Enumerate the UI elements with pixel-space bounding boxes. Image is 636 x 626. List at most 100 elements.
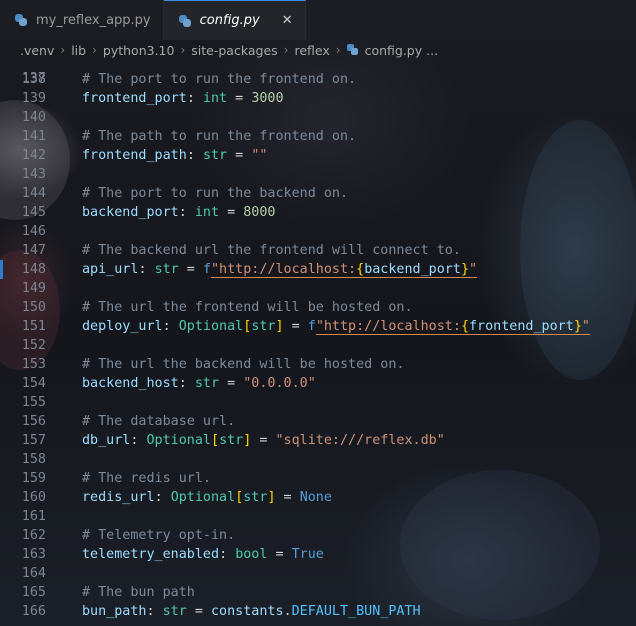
code-line-partial: 137 [0, 60, 636, 86]
line-code: # The redis url. [82, 469, 211, 488]
code-line[interactable]: 149 [0, 279, 636, 298]
code-token: int [194, 205, 220, 220]
tab-my-reflex-app[interactable]: my_reflex_app.py [0, 0, 164, 40]
code-token: str [251, 319, 276, 334]
line-number: 153 [21, 357, 46, 372]
code-line[interactable]: 143 [0, 165, 636, 184]
tab-config[interactable]: config.py ✕ [163, 0, 306, 40]
close-icon[interactable]: ✕ [282, 13, 293, 28]
line-code: backend_port: int = 8000 [82, 203, 276, 222]
line-number: 138 [21, 72, 46, 87]
code-line[interactable]: 165 # The bun path [0, 583, 636, 602]
line-code: # The port to run the backend on. [82, 184, 348, 203]
code-token: " [469, 262, 478, 278]
code-line[interactable]: 144 # The port to run the backend on. [0, 184, 636, 203]
code-token: DEFAULT_BUN_PATH [291, 604, 421, 619]
code-token: Optional [146, 433, 212, 448]
line-number: 139 [21, 91, 46, 106]
code-token: : [154, 490, 171, 505]
line-number: 152 [21, 338, 46, 353]
line-number: 144 [21, 186, 46, 201]
code-token: # The backend url the frontend will conn… [82, 243, 461, 258]
code-line[interactable]: 155 [0, 393, 636, 412]
code-token: backend_host [82, 376, 179, 391]
code-token: f [202, 262, 211, 277]
breadcrumb-item-python[interactable]: python3.10 [103, 43, 175, 58]
code-token: redis_url [82, 490, 155, 505]
breadcrumb-item-reflex[interactable]: reflex [294, 43, 329, 58]
breadcrumb-item-lib[interactable]: lib [71, 43, 86, 58]
code-line[interactable]: 156 # The database url. [0, 412, 636, 431]
line-number: 161 [21, 509, 46, 524]
line-number: 150 [21, 300, 46, 315]
line-number: 159 [21, 471, 46, 486]
line-number: 147 [21, 243, 46, 258]
code-token: { [460, 319, 469, 335]
code-token: # The database url. [82, 414, 236, 429]
code-token: : [138, 262, 155, 277]
code-line[interactable]: 166 bun_path: str = constants.DEFAULT_BUN… [0, 602, 636, 621]
code-line[interactable]: 145 backend_port: int = 8000 [0, 203, 636, 222]
code-token: # The bun path [82, 585, 195, 600]
code-line[interactable]: 161 [0, 507, 636, 526]
python-file-icon [14, 13, 28, 27]
line-number: 140 [21, 110, 46, 125]
code-line[interactable]: 139 frontend_port: int = 3000 [0, 89, 636, 108]
line-number: 164 [21, 566, 46, 581]
code-line[interactable]: 160 redis_url: Optional[str] = None [0, 488, 636, 507]
breadcrumb-item-site-packages[interactable]: site-packages [191, 43, 277, 58]
line-code: deploy_url: Optional[str] = f"http://loc… [82, 317, 590, 336]
line-code: # Telemetry opt-in. [82, 526, 235, 545]
line-code: # The database url. [82, 412, 235, 431]
code-token: # The port to run the frontend on. [82, 72, 357, 87]
line-code: db_url: Optional[str] = "sqlite:///refle… [82, 431, 445, 450]
code-token: = [227, 91, 252, 106]
code-line[interactable]: 153 # The url the backend will be hosted … [0, 355, 636, 374]
code-line[interactable]: 146 [0, 222, 636, 241]
code-token: ] [267, 490, 276, 505]
breadcrumb-item-symbols[interactable]: ... [426, 43, 438, 58]
code-line[interactable]: 150 # The url the frontend will be hosted… [0, 298, 636, 317]
breadcrumb-item-config[interactable]: config.py [365, 43, 423, 58]
code-line[interactable]: 148 api_url: str = f"http://localhost:{ba… [0, 260, 636, 279]
code-line[interactable]: 162 # Telemetry opt-in. [0, 526, 636, 545]
code-line[interactable]: 147 # The backend url the frontend will c… [0, 241, 636, 260]
code-token: None [299, 490, 332, 505]
line-code: backend_host: str = "0.0.0.0" [82, 374, 316, 393]
code-line[interactable]: 159 # The redis url. [0, 469, 636, 488]
code-line[interactable]: 157 db_url: Optional[str] = "sqlite:///re… [0, 431, 636, 450]
code-token: # The redis url. [82, 471, 211, 486]
code-token: : [130, 433, 147, 448]
code-token: # Telemetry opt-in. [82, 528, 236, 543]
code-line[interactable]: 154 backend_host: str = "0.0.0.0" [0, 374, 636, 393]
code-line[interactable]: 151 deploy_url: Optional[str] = f"http://… [0, 317, 636, 336]
code-line[interactable]: 140 [0, 108, 636, 127]
code-token: str [162, 604, 187, 619]
code-line[interactable]: 152 [0, 336, 636, 355]
code-token: str [202, 148, 228, 163]
code-line[interactable]: 141 # The path to run the frontend on. [0, 127, 636, 146]
code-line[interactable]: 158 [0, 450, 636, 469]
code-token: # The url the backend will be hosted on. [82, 357, 405, 372]
breadcrumb-item-venv[interactable]: .venv [20, 43, 54, 58]
chevron-right-icon: › [180, 43, 186, 57]
code-line[interactable]: 164 [0, 564, 636, 583]
line-code: api_url: str = f"http://localhost:{backe… [82, 260, 478, 279]
code-token: backend_port [82, 205, 179, 220]
code-token: f [307, 319, 316, 334]
line-number: 162 [21, 528, 46, 543]
code-line[interactable]: 138 # The port to run the frontend on. [0, 70, 636, 89]
line-number: 142 [21, 148, 46, 163]
tab-label: config.py [199, 13, 260, 28]
chevron-right-icon: › [335, 43, 341, 57]
editor-tab-bar: my_reflex_app.py config.py ✕ [0, 0, 636, 40]
code-line[interactable]: 163 telemetry_enabled: bool = True [0, 545, 636, 564]
line-number: 165 [21, 585, 46, 600]
chevron-right-icon: › [283, 43, 289, 57]
line-number: 155 [21, 395, 46, 410]
line-number: 166 [21, 604, 46, 619]
code-token: backend_port [364, 262, 461, 278]
code-editor[interactable]: 137 138 # The port to run the frontend on… [0, 60, 636, 626]
line-code: frontend_port: int = 3000 [82, 89, 284, 108]
code-line[interactable]: 142 frontend_path: str = "" [0, 146, 636, 165]
